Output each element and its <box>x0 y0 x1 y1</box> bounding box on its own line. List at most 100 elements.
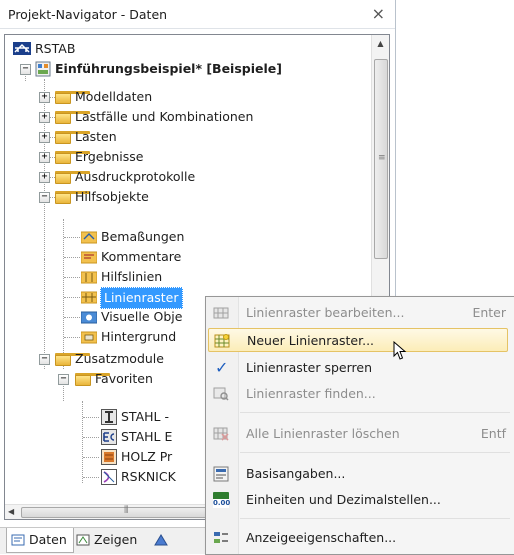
display-tab-icon <box>76 534 90 546</box>
collapse-toggle[interactable]: − <box>39 354 50 365</box>
tree-label: Lasten <box>75 129 117 144</box>
folder-open-icon <box>75 373 110 386</box>
expand-toggle[interactable]: + <box>39 92 50 103</box>
tree-label: Ergebnisse <box>75 149 144 164</box>
tree-label: Modelldaten <box>75 89 153 104</box>
tree-label: Visuelle Obje <box>101 309 183 324</box>
tree-label: RSTAB <box>35 41 76 56</box>
scroll-left-icon[interactable]: ◀ <box>8 505 14 519</box>
rstab-logo-icon <box>13 42 31 55</box>
panel-title: Projekt-Navigator - Daten <box>8 7 168 22</box>
tab-views[interactable] <box>150 528 184 552</box>
folder-open-icon <box>55 353 90 366</box>
data-tab-icon <box>11 534 25 546</box>
menu-item-shortcut: Entf <box>480 426 506 441</box>
tree-node-modelldaten[interactable]: + Modelldaten <box>5 87 345 107</box>
display-properties-icon <box>214 532 228 543</box>
tree-label: Lastfälle und Kombinationen <box>75 109 254 124</box>
collapse-toggle[interactable]: − <box>20 64 31 75</box>
expand-toggle[interactable]: + <box>39 112 50 123</box>
visual-object-folder-icon <box>81 311 97 324</box>
panel-titlebar: Projekt-Navigator - Daten × <box>0 0 395 29</box>
menu-item-linienraster-sperren[interactable]: ✓ Linienraster sperren <box>208 356 508 380</box>
menu-separator <box>240 412 510 413</box>
tree-label: Bemaßungen <box>101 229 185 244</box>
tab-zeigen[interactable]: Zeigen <box>72 528 143 552</box>
tab-label: Daten <box>29 532 67 547</box>
tree-label: Hilfsobjekte <box>75 189 149 204</box>
scroll-up-icon[interactable]: ▲ <box>372 35 389 52</box>
tree-label: RSKNICK <box>121 469 176 484</box>
tree-label: Einführungsbeispiel* [Beispiele] <box>55 61 282 76</box>
tree-label: STAHL E <box>121 429 173 444</box>
collapse-toggle[interactable]: − <box>58 374 69 385</box>
menu-item-linienraster-finden[interactable]: Linienraster finden... <box>208 382 508 406</box>
folder-icon <box>55 151 90 164</box>
tree-label: HOLZ Pr <box>121 449 173 464</box>
menu-item-label: Basisangaben... <box>246 466 346 481</box>
menu-item-einheiten[interactable]: 0.00 Einheiten und Dezimalstellen... <box>208 488 508 512</box>
views-tab-icon <box>154 534 168 546</box>
timber-module-icon <box>101 449 117 465</box>
settings-icon <box>213 466 229 482</box>
menu-item-basisangaben[interactable]: Basisangaben... <box>208 462 508 486</box>
tree-label: Kommentare <box>101 249 182 264</box>
tree-node-hilfslinien[interactable]: Hilfslinien <box>5 267 345 287</box>
folder-icon <box>55 171 90 184</box>
new-grid-icon <box>214 334 230 348</box>
steel-ec-module-icon <box>101 429 117 445</box>
comment-folder-icon <box>81 251 97 264</box>
close-icon[interactable]: × <box>372 4 385 23</box>
tree-label: Ausdruckprotokolle <box>75 169 196 184</box>
edit-grid-icon <box>213 307 229 319</box>
scrollbar-thumb[interactable]: ≡ <box>374 59 388 259</box>
menu-item-label: Einheiten und Dezimalstellen... <box>246 492 441 507</box>
menu-item-label: Neuer Linienraster... <box>247 333 375 348</box>
tree-node-hilfsobjekte[interactable]: − Hilfsobjekte <box>5 187 345 207</box>
menu-item-shortcut: Enter <box>472 305 506 320</box>
tree-node-bemassungen[interactable]: Bemaßungen <box>5 227 345 247</box>
buckling-module-icon <box>101 469 117 485</box>
menu-item-neuer-linienraster[interactable]: Neuer Linienraster... <box>208 328 508 352</box>
collapse-toggle[interactable]: − <box>39 192 50 203</box>
delete-grid-icon <box>213 427 229 441</box>
menu-item-label: Linienraster finden... <box>246 386 376 401</box>
tree-label: STAHL - <box>121 409 169 424</box>
mouse-cursor-icon <box>393 341 407 360</box>
tree-node-rstab[interactable]: RSTAB <box>5 39 345 59</box>
menu-item-linienraster-bearbeiten[interactable]: Linienraster bearbeiten... Enter <box>208 301 508 325</box>
tree-label-selected: Linienraster <box>100 287 183 309</box>
tree-label: Favoriten <box>95 371 153 386</box>
tree-node-ergebnisse[interactable]: + Ergebnisse <box>5 147 345 167</box>
tab-daten[interactable]: Daten <box>6 528 74 553</box>
tree-node-kommentare[interactable]: Kommentare <box>5 247 345 267</box>
folder-icon <box>55 111 90 124</box>
folder-icon <box>55 131 90 144</box>
menu-item-anzeigeeigenschaften[interactable]: Anzeigeeigenschaften... <box>208 526 508 550</box>
find-grid-icon <box>213 387 229 401</box>
tree-node-ausdruckprotokolle[interactable]: + Ausdruckprotokolle <box>5 167 345 187</box>
menu-item-label: Linienraster bearbeiten... <box>246 305 405 320</box>
context-menu: Linienraster bearbeiten... Enter Neuer L… <box>205 296 514 555</box>
tab-label: Zeigen <box>94 532 138 547</box>
menu-item-label: Linienraster sperren <box>246 360 372 375</box>
expand-toggle[interactable]: + <box>39 132 50 143</box>
units-icon: 0.00 <box>213 492 231 508</box>
tree-label: Hintergrund <box>101 329 177 344</box>
tree-node-project[interactable]: − Einführungsbeispiel* [Beispiele] <box>5 59 345 79</box>
folder-open-icon <box>55 191 90 204</box>
expand-toggle[interactable]: + <box>39 152 50 163</box>
menu-item-label: Alle Linienraster löschen <box>246 426 400 441</box>
menu-item-alle-linienraster-loeschen[interactable]: Alle Linienraster löschen Entf <box>208 422 508 446</box>
tree-label: Zusatzmodule <box>75 351 164 366</box>
dimension-folder-icon <box>81 231 97 244</box>
folder-icon <box>55 91 90 104</box>
tree-node-lasten[interactable]: + Lasten <box>5 127 345 147</box>
menu-item-label: Anzeigeeigenschaften... <box>246 530 397 545</box>
expand-toggle[interactable]: + <box>39 172 50 183</box>
units-icon-text: 0.00 <box>213 499 231 508</box>
guideline-folder-icon <box>81 271 97 284</box>
grid-folder-icon <box>81 291 97 304</box>
tree-node-lastfaelle[interactable]: + Lastfälle und Kombinationen <box>5 107 345 127</box>
project-icon <box>35 61 51 77</box>
